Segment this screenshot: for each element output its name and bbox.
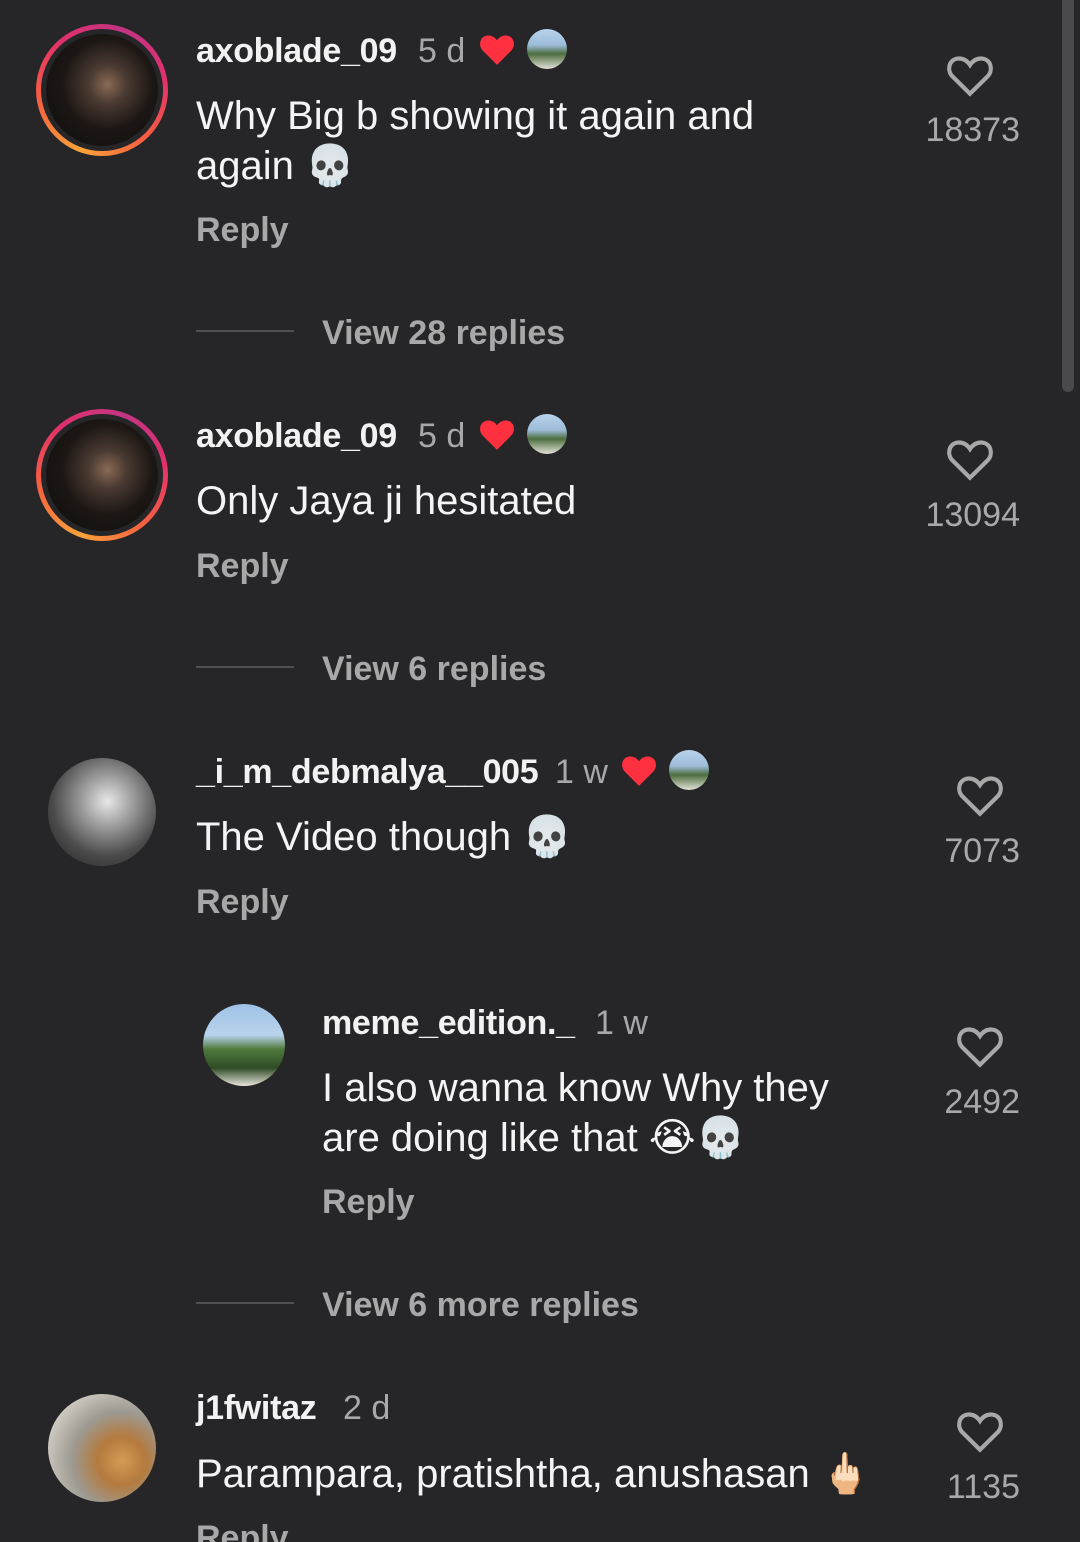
creator-avatar-mini — [669, 750, 709, 790]
avatar-j1fwitaz[interactable] — [48, 1394, 156, 1502]
avatar — [48, 758, 156, 866]
creator-liked-heart-icon — [480, 35, 514, 65]
view-more-replies-button[interactable]: View 6 more replies — [322, 1286, 639, 1325]
like-count: 7073 — [944, 832, 1020, 870]
comment-text: Parampara, pratishtha, anushasan 🖕🏻 — [196, 1452, 871, 1496]
avatar-axoblade-story-ring[interactable] — [36, 24, 168, 156]
view-replies-divider — [196, 1302, 294, 1304]
heart-outline-icon[interactable] — [955, 1023, 1005, 1069]
creator-liked-heart-icon — [622, 756, 656, 786]
comment-text: Why Big b showing it again and again 💀 — [196, 94, 755, 188]
like-count: 18373 — [925, 111, 1020, 149]
reply-button[interactable]: Reply — [322, 1183, 415, 1222]
like-count: 2492 — [944, 1083, 1020, 1121]
avatar — [203, 1004, 285, 1086]
reply-button[interactable]: Reply — [196, 211, 289, 250]
comment-username[interactable]: meme_edition._ — [322, 1004, 575, 1043]
reply-button[interactable]: Reply — [196, 547, 289, 586]
view-replies-button[interactable]: View 28 replies — [322, 314, 565, 353]
avatar — [48, 1394, 156, 1502]
creator-avatar-mini — [527, 29, 567, 69]
scrollbar[interactable] — [1062, 0, 1074, 392]
comment-username[interactable]: axoblade_09 — [196, 417, 397, 456]
creator-liked-heart-icon — [480, 420, 514, 450]
comment-time: 1 w — [595, 1004, 648, 1042]
comments-screen: axoblade_09 5 d Why Big b showing it aga… — [0, 0, 1080, 1542]
heart-outline-icon[interactable] — [945, 436, 995, 482]
view-replies-button[interactable]: View 6 replies — [322, 650, 546, 689]
comment-text: Only Jaya ji hesitated — [196, 479, 577, 523]
heart-outline-icon[interactable] — [945, 52, 995, 98]
reply-button[interactable]: Reply — [196, 1519, 289, 1542]
comment-text: The Video though 💀 — [196, 815, 572, 859]
reply-button[interactable]: Reply — [196, 883, 289, 922]
comment-time: 1 w — [555, 753, 608, 791]
avatar-axoblade-story-ring[interactable] — [36, 409, 168, 541]
avatar-meme-edition[interactable] — [203, 1004, 285, 1086]
comment-time: 5 d — [418, 32, 466, 70]
avatar-debmalya[interactable] — [48, 758, 156, 866]
heart-outline-icon[interactable] — [955, 1408, 1005, 1454]
comment-time: 5 d — [418, 417, 466, 455]
comment-username[interactable]: j1fwitaz — [196, 1389, 317, 1428]
comment-time: 2 d — [343, 1389, 391, 1427]
heart-outline-icon[interactable] — [955, 772, 1005, 818]
like-count: 1135 — [946, 1468, 1020, 1506]
view-replies-divider — [196, 330, 294, 332]
avatar — [46, 34, 158, 146]
comment-username[interactable]: axoblade_09 — [196, 32, 397, 71]
view-replies-divider — [196, 666, 294, 668]
like-count: 13094 — [925, 496, 1020, 534]
comment-text: I also wanna know Why they are doing lik… — [322, 1066, 829, 1160]
creator-avatar-mini — [527, 414, 567, 454]
avatar — [46, 419, 158, 531]
comment-username[interactable]: _i_m_debmalya__005 — [196, 753, 539, 792]
